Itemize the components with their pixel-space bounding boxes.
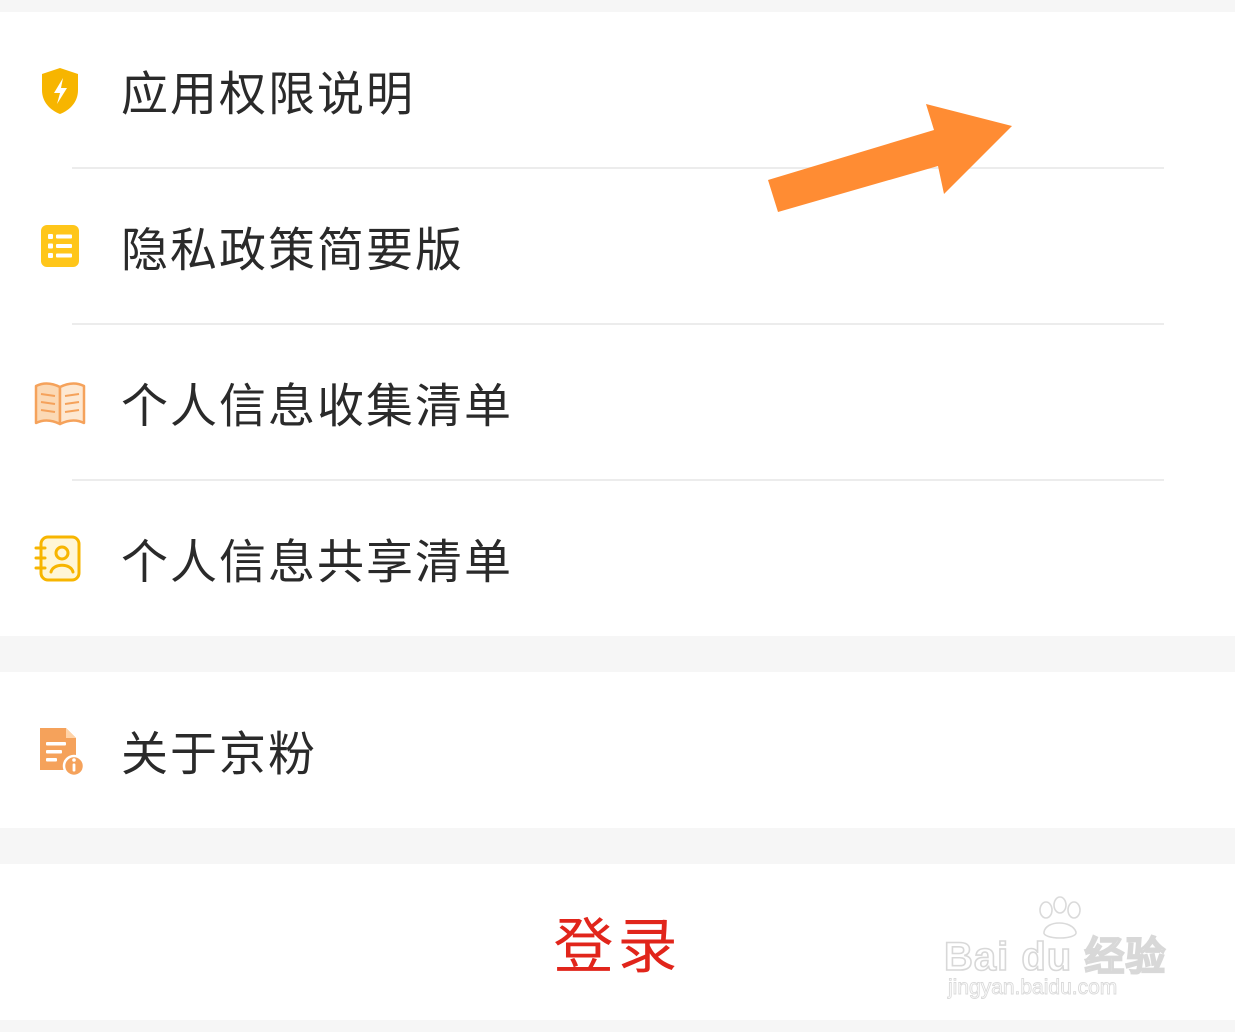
menu-item-personal-info-collection-list[interactable]: 个人信息收集清单 bbox=[0, 324, 1235, 480]
menu-item-about-jingfen[interactable]: 关于京粉 bbox=[0, 672, 1235, 828]
list-document-icon bbox=[30, 216, 90, 276]
login-section: 登录 bbox=[0, 864, 1235, 1020]
settings-group-about: 关于京粉 bbox=[0, 672, 1235, 828]
menu-item-label: 个人信息共享清单 bbox=[121, 535, 513, 591]
menu-item-label: 隐私政策简要版 bbox=[121, 223, 464, 279]
document-info-icon bbox=[30, 720, 90, 780]
open-book-icon bbox=[30, 372, 90, 432]
login-button[interactable]: 登录 bbox=[0, 864, 1235, 1020]
login-label: 登录 bbox=[553, 912, 682, 983]
settings-group-privacy: 应用权限说明 隐私政策简要版 个人信息收集清单 个人信息共享清单 bbox=[0, 12, 1235, 636]
menu-item-app-permissions[interactable]: 应用权限说明 bbox=[0, 12, 1235, 168]
menu-item-privacy-policy-summary[interactable]: 隐私政策简要版 bbox=[0, 168, 1235, 324]
menu-item-label: 应用权限说明 bbox=[121, 67, 415, 123]
menu-item-personal-info-sharing-list[interactable]: 个人信息共享清单 bbox=[0, 480, 1235, 636]
menu-item-label: 个人信息收集清单 bbox=[121, 379, 513, 435]
shield-icon bbox=[30, 60, 90, 120]
contact-card-icon bbox=[30, 528, 90, 588]
menu-item-label: 关于京粉 bbox=[121, 727, 317, 783]
